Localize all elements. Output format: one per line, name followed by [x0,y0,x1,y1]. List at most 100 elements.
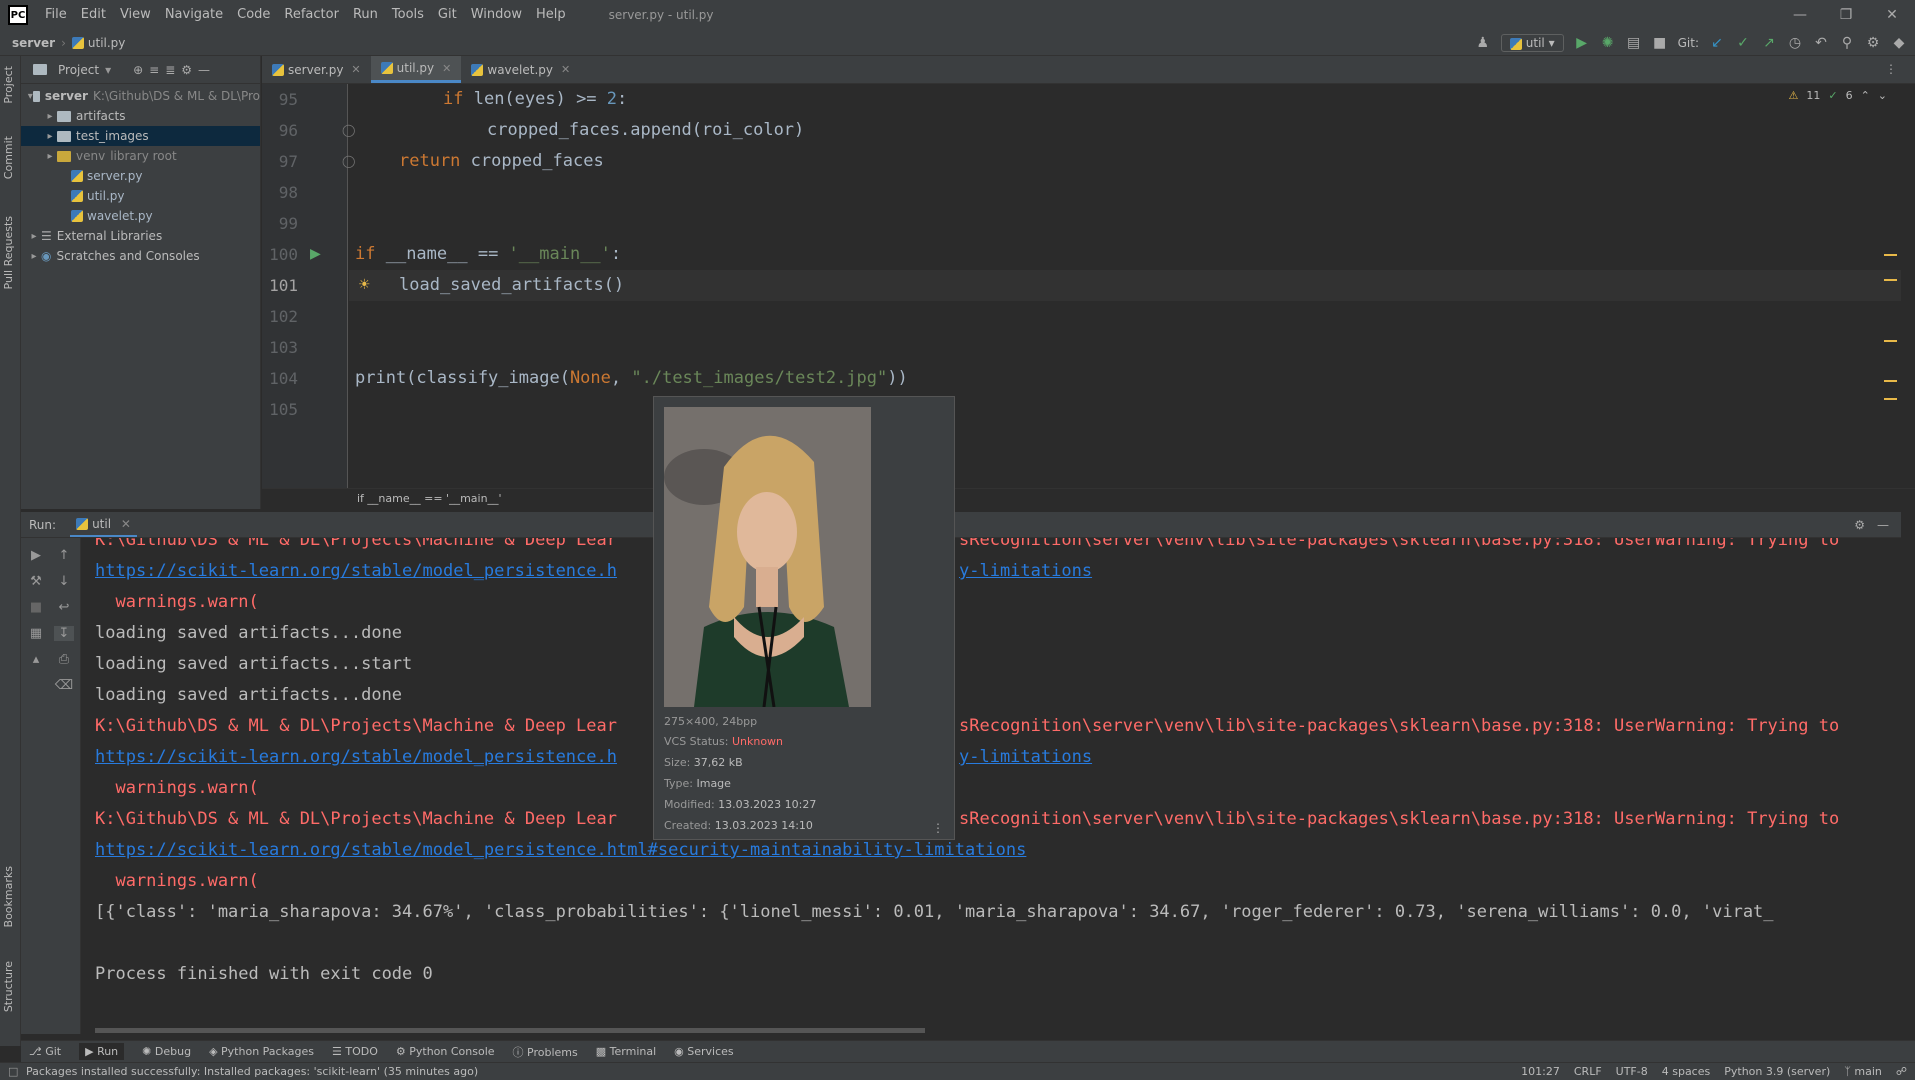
fold-icon[interactable]: ◯ [342,146,355,177]
tool-git[interactable]: ⎇ Git [29,1045,61,1058]
file-encoding[interactable]: UTF-8 [1616,1065,1648,1078]
tree-item-artifacts[interactable]: ▸ artifacts [21,106,260,126]
hide-icon[interactable]: — [198,63,210,77]
tab-wavelet-py[interactable]: wavelet.py ✕ [461,56,580,83]
arrow-up-icon[interactable]: ↑ [54,548,74,563]
error-stripe-marker[interactable] [1884,254,1897,256]
tree-item-util-py[interactable]: util.py [21,186,260,206]
error-stripe-marker[interactable] [1884,398,1897,400]
rerun-icon[interactable]: ▶ [26,548,46,563]
python-interpreter[interactable]: Python 3.9 (server) [1724,1065,1830,1078]
tool-python-console[interactable]: ⚙ Python Console [396,1045,495,1058]
expand-all-icon[interactable]: ≡ [149,63,159,77]
tab-commit[interactable]: Commit [2,136,15,179]
status-message[interactable]: Packages installed successfully: Install… [0,1065,478,1078]
chevron-right-icon[interactable]: ▸ [43,131,57,142]
tool-run[interactable]: ▶ Run [79,1043,125,1060]
run-gutter-icon[interactable]: ▶ [310,239,321,270]
history-icon[interactable]: ◷ [1787,35,1803,51]
tool-terminal[interactable]: ▩ Terminal [596,1045,656,1058]
git-branch[interactable]: ᛉ main [1844,1065,1882,1078]
menu-tools[interactable]: Tools [385,0,431,30]
indent-setting[interactable]: 4 spaces [1662,1065,1711,1078]
settings-icon[interactable]: ⚙ [1865,35,1881,51]
run-tab-util[interactable]: util ✕ [70,513,137,537]
rollback-icon[interactable]: ↶ [1813,35,1829,51]
menu-view[interactable]: View [113,0,158,30]
error-stripe-marker[interactable] [1884,279,1897,281]
git-update-icon[interactable]: ↙ [1709,35,1725,51]
tool-todo[interactable]: ☰ TODO [332,1045,378,1058]
print-icon[interactable]: ⎙ [54,652,74,667]
tab-project[interactable]: Project [2,66,15,104]
console-link[interactable]: https://scikit-learn.org/stable/model_pe… [95,742,617,773]
tree-item-server-py[interactable]: server.py [21,166,260,186]
menu-help[interactable]: Help [529,0,573,30]
chevron-down-icon[interactable]: ⌄ [1878,89,1887,102]
more-icon[interactable]: ⋮ [932,821,944,835]
lock-icon[interactable]: ☍ [1896,1065,1907,1078]
chevron-right-icon[interactable]: ▸ [27,251,41,262]
breadcrumb-file[interactable]: util.py [88,36,126,50]
console-link[interactable]: y-limitations [959,556,1092,587]
menu-code[interactable]: Code [230,0,277,30]
horizontal-scrollbar[interactable] [95,1028,925,1033]
plugin-icon[interactable]: ◆ [1891,35,1907,51]
locate-icon[interactable]: ⊕ [133,63,143,77]
tree-item-scratches[interactable]: ▸ ◉ Scratches and Consoles [21,246,260,266]
tab-structure[interactable]: Structure [2,961,15,1012]
chevron-right-icon[interactable]: ▸ [27,231,41,242]
menu-edit[interactable]: Edit [74,0,113,30]
tree-item-test-images[interactable]: ▸ test_images [21,126,260,146]
fold-icon[interactable]: ◯ [342,115,355,146]
tree-item-wavelet-py[interactable]: wavelet.py [21,206,260,226]
tool-services[interactable]: ◉ Services [674,1045,734,1058]
pin-icon[interactable]: ▴ [26,652,46,667]
arrow-down-icon[interactable]: ↓ [54,574,74,589]
tab-util-py[interactable]: util.py ✕ [370,56,462,83]
stop-icon[interactable]: ■ [26,600,46,615]
chevron-right-icon[interactable]: ▸ [43,151,57,162]
menu-run[interactable]: Run [346,0,385,30]
tab-pull-requests[interactable]: Pull Requests [2,216,15,289]
debug-icon[interactable]: ✺ [1600,35,1616,51]
tab-server-py[interactable]: server.py ✕ [262,56,371,83]
close-icon[interactable]: ✕ [1869,0,1915,30]
more-icon[interactable]: ⋮ [1885,62,1897,76]
console-link[interactable]: https://scikit-learn.org/stable/model_pe… [95,556,617,587]
menu-git[interactable]: Git [431,0,464,30]
project-title[interactable]: Project [58,63,99,77]
error-stripe-marker[interactable] [1884,340,1897,342]
chevron-right-icon[interactable]: ▸ [43,111,57,122]
gear-icon[interactable]: ⚙ [1854,518,1865,532]
gear-icon[interactable]: ⚙ [181,63,192,77]
tree-item-external-libraries[interactable]: ▸ ☰ External Libraries [21,226,260,246]
menu-file[interactable]: File [38,0,74,30]
hide-icon[interactable]: — [1877,518,1889,532]
stop-icon[interactable]: ■ [1652,35,1668,51]
caret-position[interactable]: 101:27 [1521,1065,1560,1078]
user-icon[interactable]: ♟ [1475,35,1491,51]
menu-refactor[interactable]: Refactor [277,0,346,30]
wrench-icon[interactable]: ⚒ [26,574,46,589]
tool-debug[interactable]: ✺ Debug [142,1045,191,1058]
trash-icon[interactable]: ⌫ [54,678,74,693]
close-icon[interactable]: ✕ [442,62,451,75]
tab-bookmarks[interactable]: Bookmarks [2,866,15,927]
layout-icon[interactable]: ▦ [26,626,46,641]
tree-item-venv[interactable]: ▸ venv library root [21,146,260,166]
breadcrumb-project[interactable]: server [12,36,55,50]
menu-navigate[interactable]: Navigate [158,0,230,30]
soft-wrap-icon[interactable]: ↩ [54,600,74,615]
coverage-icon[interactable]: ▤ [1626,35,1642,51]
layout-icon[interactable]: □ [8,1065,18,1078]
git-push-icon[interactable]: ↗ [1761,35,1777,51]
run-config-select[interactable]: util ▾ [1500,34,1564,52]
lightbulb-icon[interactable]: ☀ [358,270,371,301]
tool-python-packages[interactable]: ◈ Python Packages [209,1045,314,1058]
scroll-to-end-icon[interactable]: ↧ [54,626,74,641]
restore-icon[interactable]: ❐ [1823,0,1869,30]
minimize-icon[interactable]: — [1777,0,1823,30]
line-separator[interactable]: CRLF [1574,1065,1602,1078]
close-icon[interactable]: ✕ [561,63,570,76]
